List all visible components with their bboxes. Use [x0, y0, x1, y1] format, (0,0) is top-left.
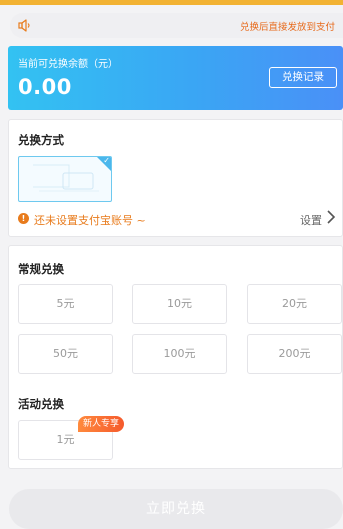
alipay-method-option[interactable]: ✓: [18, 156, 112, 202]
exchange-options-card: 常规兑换 5元 10元 20元 50元 100元 200元 活动兑换 1元 新人…: [8, 245, 343, 469]
exchange-method-title: 兑换方式: [18, 133, 64, 147]
chevron-right-icon[interactable]: [324, 209, 338, 225]
alipay-not-set-warning: 还未设置支付宝账号 ~: [34, 214, 146, 227]
option-5-yuan[interactable]: 5元: [18, 284, 113, 324]
top-status-bar: [0, 0, 343, 5]
speaker-icon: [18, 19, 30, 32]
exchange-records-button[interactable]: 兑换记录: [269, 67, 337, 88]
exchange-method-card: 兑换方式 ✓ ! 还未设置支付宝账号 ~ 设置: [8, 119, 343, 237]
regular-exchange-title: 常规兑换: [18, 262, 64, 276]
checkmark-icon: ✓: [103, 156, 110, 165]
option-10-yuan[interactable]: 10元: [132, 284, 227, 324]
option-100-yuan[interactable]: 100元: [132, 334, 227, 374]
balance-amount: 0.00: [18, 75, 72, 99]
exchange-now-button[interactable]: 立即兑换: [9, 489, 343, 529]
warning-icon: !: [18, 213, 29, 224]
option-200-yuan[interactable]: 200元: [247, 334, 342, 374]
balance-label: 当前可兑换余额（元）: [18, 59, 118, 70]
option-20-yuan[interactable]: 20元: [247, 284, 342, 324]
settings-link[interactable]: 设置: [300, 212, 322, 228]
activity-exchange-title: 活动兑换: [18, 397, 64, 411]
new-user-badge: 新人专享: [78, 416, 125, 432]
option-50-yuan[interactable]: 50元: [18, 334, 113, 374]
notice-text: 兑换后直接发放到支付: [239, 22, 335, 33]
balance-card: 当前可兑换余额（元） 0.00 兑换记录: [8, 46, 343, 110]
notice-bar: 兑换后直接发放到支付: [10, 13, 343, 38]
